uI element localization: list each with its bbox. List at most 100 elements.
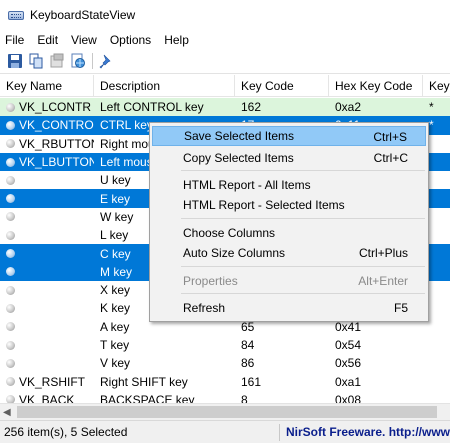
scroll-left-icon[interactable]: ◀ [3,407,11,418]
cell-key-code: 86 [241,356,255,371]
key-state-icon [6,358,15,368]
key-name-text: VK_LBUTTON [19,155,94,170]
key-name-text: VK_CONTROL [19,118,94,133]
cell-key-name: VK_RSHIFT [0,375,94,389]
menu-item-label: Refresh [183,301,226,315]
cell-description: V key [100,356,131,371]
scrollbar-thumb[interactable] [17,406,437,418]
column-header-hex-key-code[interactable]: Hex Key Code [329,75,423,97]
key-state-icon [6,322,15,332]
cell-description: Right SHIFT key [100,374,188,389]
key-state-icon [6,175,15,185]
cell-key-name: VK_CONTROL [0,118,94,132]
table-row[interactable]: T key 84 0x54 [0,336,450,354]
cell-description: BACKSPACE key [100,392,195,403]
menu-item-html-report-selected[interactable]: HTML Report - Selected Items [152,195,426,215]
cell-key-extra: * [429,100,434,115]
table-row[interactable]: V key 86 0x56 [0,354,450,372]
key-state-icon [6,267,15,277]
cell-key-name: VK_BACK [0,393,94,403]
keyboard-app-icon [8,9,24,21]
menu-item-label: Copy Selected Items [183,151,294,165]
menu-item-label: Auto Size Columns [183,246,286,260]
cell-key-name [0,303,94,313]
title-bar: KeyboardStateView [0,0,450,30]
cell-key-code: 8 [241,392,248,403]
toolbar [0,49,450,74]
cell-hex-key-code: 0xa2 [335,100,362,115]
menu-item-shortcut: Ctrl+Plus [358,246,408,260]
menu-item-label: Save Selected Items [184,129,295,143]
key-state-icon [6,377,15,387]
cell-key-name: VK_LCONTR [0,100,94,114]
horizontal-scrollbar[interactable]: ◀ [0,403,450,420]
cell-key-name [0,230,94,240]
key-state-icon [6,194,15,204]
menu-item-properties[interactable]: Properties Alt+Enter [152,271,426,291]
properties-icon[interactable] [47,51,67,71]
menu-separator [181,218,425,219]
menu-item-copy-selected[interactable]: Copy Selected Items Ctrl+C [152,148,426,168]
list-header: Key Name Description Key Code Hex Key Co… [0,75,450,97]
menu-item-choose-columns[interactable]: Choose Columns [152,223,426,243]
menu-help[interactable]: Help [157,33,195,47]
cell-key-name [0,340,94,350]
save-icon[interactable] [5,51,25,71]
menu-item-save-selected[interactable]: Save Selected Items Ctrl+S [152,126,426,146]
key-name-text: VK_LCONTR [19,100,92,115]
table-row[interactable]: VK_LCONTR Left CONTROL key 162 0xa2 * [0,98,450,117]
column-header-key-code[interactable]: Key Code [235,75,329,97]
cell-key-code: 162 [241,100,262,115]
column-header-description[interactable]: Description [94,75,235,97]
menu-item-shortcut: F5 [393,301,408,315]
menu-item-html-report-all[interactable]: HTML Report - All Items [152,175,426,195]
table-row[interactable]: VK_RSHIFT Right SHIFT key 161 0xa1 [0,372,450,390]
cell-key-name [0,194,94,204]
menu-edit[interactable]: Edit [30,33,64,47]
column-header-key-extra[interactable]: Key I [423,75,450,97]
cell-key-name [0,267,94,277]
menu-options[interactable]: Options [103,33,157,47]
window-title: KeyboardStateView [30,8,136,22]
menu-item-refresh[interactable]: Refresh F5 [152,298,426,318]
menu-item-shortcut: Ctrl+S [373,130,407,144]
nirsoft-link[interactable]: NirSoft Freeware. http://www.n [280,425,450,439]
key-state-icon [6,139,15,149]
cell-hex-key-code: 0xa1 [335,374,362,389]
cell-key-code: 161 [241,374,262,389]
menu-view[interactable]: View [64,33,103,47]
cell-key-name [0,175,94,185]
menu-separator [181,170,425,171]
cell-key-name [0,322,94,332]
cell-key-name [0,249,94,259]
key-state-icon [6,395,15,403]
menu-separator [181,293,425,294]
key-state-icon [6,285,15,295]
cell-hex-key-code: 0x54 [335,338,362,352]
html-report-icon[interactable] [68,51,88,71]
status-bar: 256 item(s), 5 Selected NirSoft Freeware… [0,420,450,443]
key-state-icon [6,157,15,167]
menu-item-label: Choose Columns [183,226,276,240]
cell-description: Left CONTROL key [100,100,204,115]
key-state-icon [6,102,15,112]
cell-key-name [0,212,94,222]
key-name-text: VK_RSHIFT [19,374,86,389]
context-menu: Save Selected Items Ctrl+S Copy Selected … [149,122,429,322]
table-row[interactable]: VK_BACK BACKSPACE key 8 0x08 [0,391,450,403]
cell-key-code: 84 [241,338,255,352]
pin-icon[interactable] [96,51,116,71]
menu-item-auto-size-columns[interactable]: Auto Size Columns Ctrl+Plus [152,243,426,263]
column-header-key-name[interactable]: Key Name [0,75,94,97]
menu-bar: File Edit View Options Help [0,30,450,49]
menu-item-label: Properties [183,274,238,288]
menu-item-shortcut: Alt+Enter [358,274,408,288]
status-item-count: 256 item(s), 5 Selected [0,423,280,441]
menu-file[interactable]: File [0,33,30,47]
key-state-icon [6,120,15,130]
key-state-icon [6,212,15,222]
copy-icon[interactable] [26,51,46,71]
key-state-icon [6,340,15,350]
menu-item-label: HTML Report - All Items [183,178,311,192]
menu-item-label: HTML Report - Selected Items [183,198,345,212]
